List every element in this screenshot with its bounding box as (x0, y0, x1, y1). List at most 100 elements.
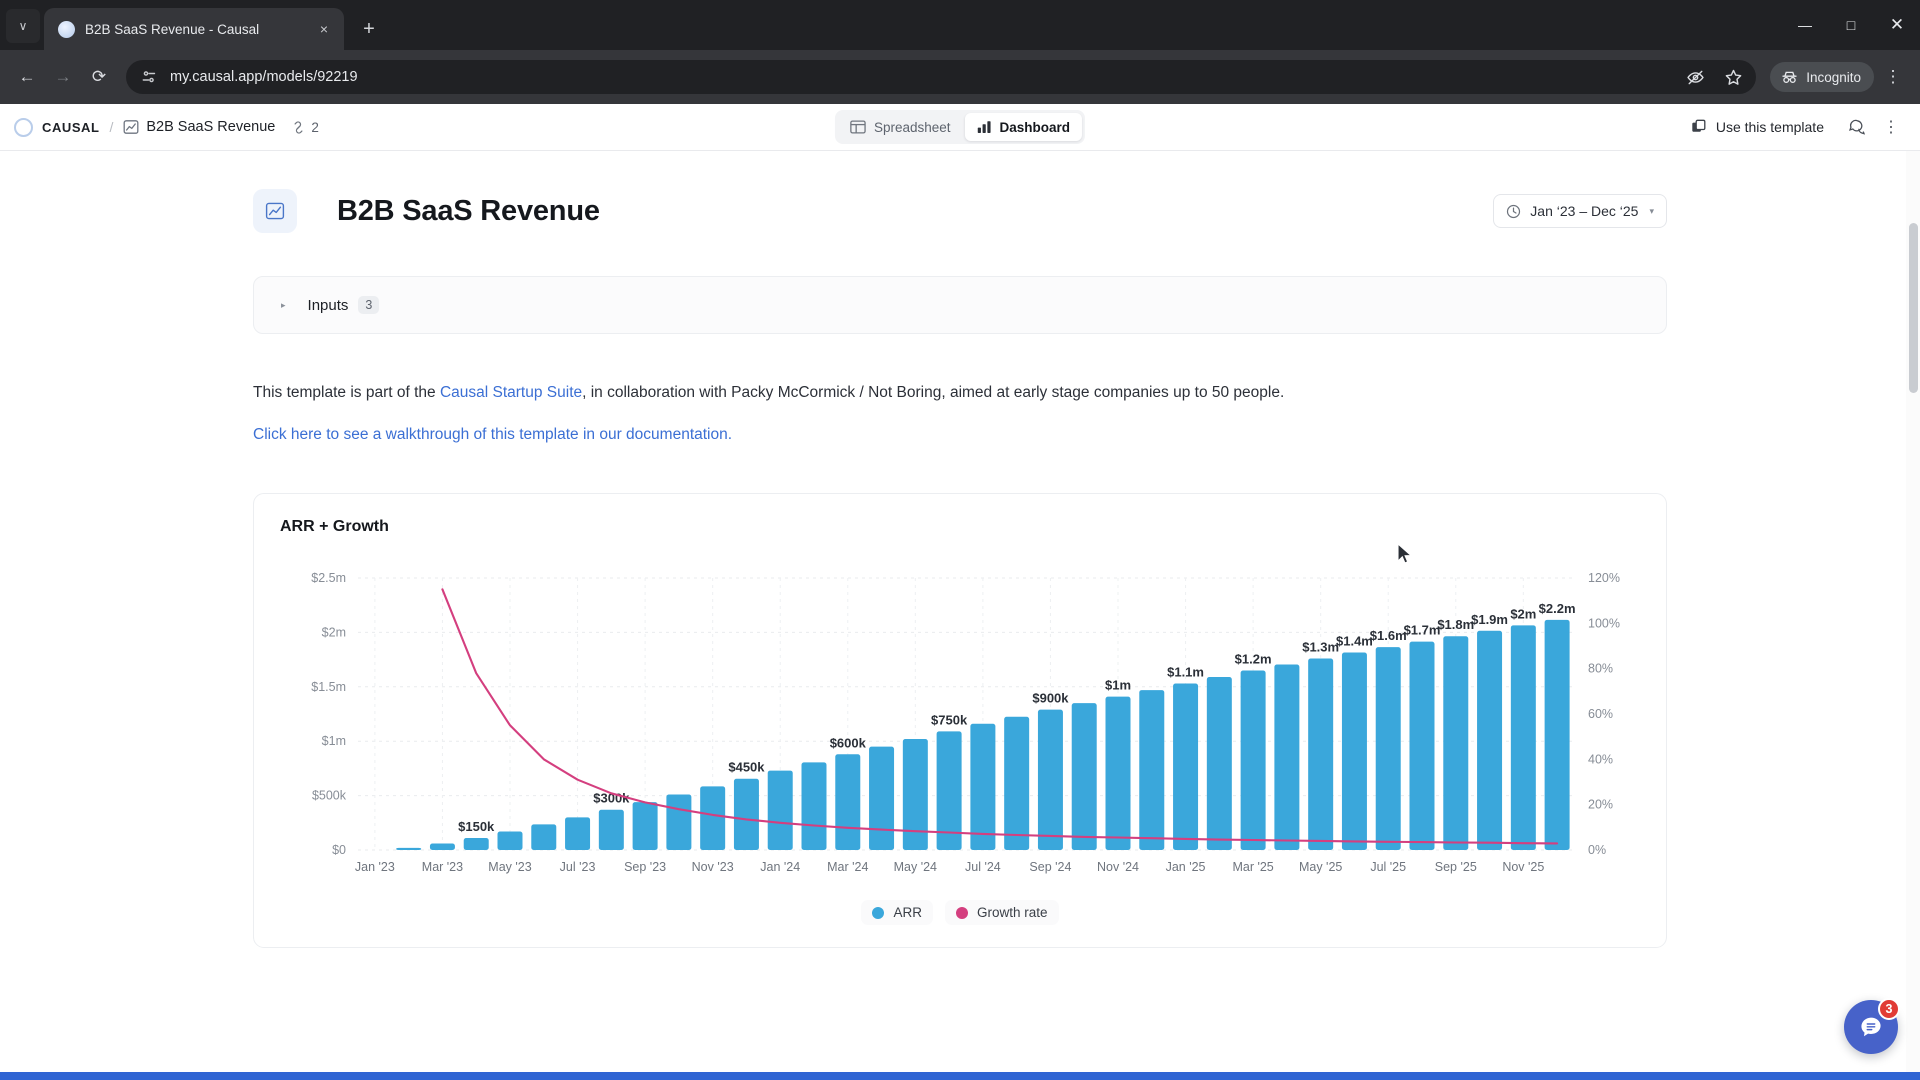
chat-unread-badge: 3 (1878, 998, 1900, 1020)
chart-bar[interactable] (1105, 696, 1131, 851)
chart-bar[interactable] (1004, 716, 1030, 851)
breadcrumb-model[interactable]: B2B SaaS Revenue (123, 119, 275, 135)
chart-bar[interactable] (835, 754, 861, 851)
x-axis-tick: Jul '25 (1370, 860, 1406, 874)
chart-bar[interactable] (700, 786, 726, 851)
chart-bar[interactable] (1375, 647, 1401, 851)
use-this-template-button[interactable]: Use this template (1681, 113, 1834, 141)
minimize-button[interactable]: — (1782, 0, 1828, 50)
y-axis-right-tick: 0% (1588, 843, 1606, 857)
vertical-scrollbar[interactable] (1906, 151, 1920, 1072)
chart-bar[interactable] (565, 817, 591, 851)
description-block: This template is part of the Causal Star… (221, 381, 1699, 447)
forward-icon[interactable]: → (46, 60, 80, 94)
chart-bar[interactable] (666, 794, 692, 851)
back-icon[interactable]: ← (10, 60, 44, 94)
chart-bar[interactable] (869, 746, 895, 851)
chart-bar[interactable] (902, 739, 928, 851)
tab-search-caret: ∨ (18, 19, 28, 33)
tab-spreadsheet[interactable]: Spreadsheet (838, 113, 963, 141)
chart-bar[interactable] (1341, 652, 1367, 851)
link-icon (294, 120, 303, 134)
reload-icon[interactable]: ⟳ (82, 60, 116, 94)
chart-bar[interactable] (1544, 619, 1570, 851)
documentation-walkthrough-link[interactable]: Click here to see a walkthrough of this … (253, 426, 732, 443)
chart-bar[interactable] (1510, 625, 1536, 851)
chart-bar[interactable] (1139, 690, 1165, 851)
chart-bar[interactable] (1274, 664, 1300, 851)
incognito-label: Incognito (1806, 69, 1861, 85)
legend-label-arr: ARR (893, 905, 922, 921)
comments-button[interactable] (1840, 112, 1870, 142)
causal-logo[interactable]: CAUSAL (14, 117, 99, 137)
x-axis-tick: Mar '25 (1232, 860, 1273, 874)
scrollbar-thumb[interactable] (1909, 223, 1918, 393)
comment-icon (1848, 119, 1865, 135)
description-paragraph-2: Click here to see a walkthrough of this … (253, 423, 1667, 447)
chart-bar[interactable] (1173, 683, 1199, 851)
chart-plot-area[interactable]: $0 $500k $1m $1.5m $2m $2.5m 0% 20% 40% 60% 80% 100… (280, 550, 1640, 880)
chart-bar[interactable] (1037, 709, 1063, 851)
use-this-template-label: Use this template (1715, 119, 1824, 135)
expand-triangle-icon[interactable]: ▸ (281, 300, 286, 311)
maximize-button[interactable]: □ (1828, 0, 1874, 50)
chart-bar[interactable] (632, 802, 658, 851)
chart-bar[interactable] (767, 770, 793, 851)
chart-bar[interactable] (801, 762, 827, 851)
browser-menu-icon[interactable]: ⋮ (1876, 60, 1910, 94)
bar-chart-icon (977, 120, 992, 134)
bar-value-label: $1.9m (1471, 612, 1508, 627)
x-axis-tick: Jan '24 (760, 860, 800, 874)
more-options-button[interactable]: ⋮ (1876, 112, 1906, 142)
close-window-button[interactable]: ✕ (1874, 0, 1920, 50)
bar-value-label: $1m (1105, 678, 1131, 693)
causal-startup-suite-link[interactable]: Causal Startup Suite (440, 384, 582, 401)
site-settings-icon[interactable] (138, 66, 160, 88)
inputs-section[interactable]: ▸ Inputs 3 (253, 276, 1667, 334)
chart-bar[interactable] (1308, 658, 1334, 851)
y-axis-right-tick: 40% (1588, 752, 1613, 766)
chart-bar[interactable] (531, 824, 557, 851)
new-tab-button[interactable]: + (354, 14, 384, 44)
legend-item-growth-rate[interactable]: Growth rate (944, 900, 1059, 926)
share-links[interactable]: 2 (291, 120, 319, 135)
clock-icon (1507, 204, 1521, 218)
app-header: CAUSAL / B2B SaaS Revenue 2 Spreadsheet … (0, 104, 1920, 151)
bookmark-star-icon[interactable] (1716, 60, 1750, 94)
browser-toolbar: ← → ⟳ my.causal.app/models/92219 Incogni… (0, 50, 1920, 104)
bar-value-label: $1.6m (1370, 628, 1407, 643)
legend-item-arr[interactable]: ARR (861, 900, 933, 926)
tab-dashboard[interactable]: Dashboard (964, 113, 1083, 141)
chart-bar[interactable] (1240, 670, 1266, 851)
chart-bar[interactable] (429, 843, 455, 851)
chat-launcher-button[interactable]: 3 (1844, 998, 1900, 1054)
y-axis-left-tick: $0 (332, 843, 346, 857)
chart-bar[interactable] (1206, 677, 1232, 851)
date-range-picker[interactable]: Jan ‘23 – Dec ‘25 ▾ (1493, 194, 1667, 228)
chart-bar[interactable] (733, 778, 759, 851)
legend-color-swatch-arr (872, 906, 885, 919)
chart-bar[interactable] (396, 847, 422, 851)
browser-tab[interactable]: B2B SaaS Revenue - Causal × (44, 8, 344, 50)
bar-value-label: $600k (830, 735, 867, 750)
incognito-indicator[interactable]: Incognito (1770, 62, 1874, 92)
bar-value-label: $1.2m (1235, 652, 1272, 667)
chart-bar[interactable] (463, 838, 489, 851)
tracking-protection-icon[interactable] (1678, 60, 1712, 94)
bar-value-label: $150k (458, 819, 495, 834)
x-axis-tick: Jul '24 (965, 860, 1001, 874)
chart-bar[interactable] (598, 809, 624, 851)
tab-search-icon[interactable]: ∨ (6, 9, 40, 43)
x-axis-tick: Mar '23 (422, 860, 463, 874)
close-tab-icon[interactable]: × (314, 19, 334, 39)
chart-bar[interactable] (1443, 636, 1469, 851)
bar-value-label: $1.8m (1437, 617, 1474, 632)
url-text[interactable]: my.causal.app/models/92219 (170, 69, 1668, 85)
chart-bar[interactable] (497, 831, 523, 851)
chart-bar[interactable] (1071, 703, 1097, 851)
bottom-accent-bar (0, 1072, 1920, 1080)
address-bar[interactable]: my.causal.app/models/92219 (126, 60, 1757, 94)
chart-bar[interactable] (1409, 641, 1435, 851)
chart-bar[interactable] (970, 723, 996, 851)
chart-bar[interactable] (1477, 630, 1503, 851)
